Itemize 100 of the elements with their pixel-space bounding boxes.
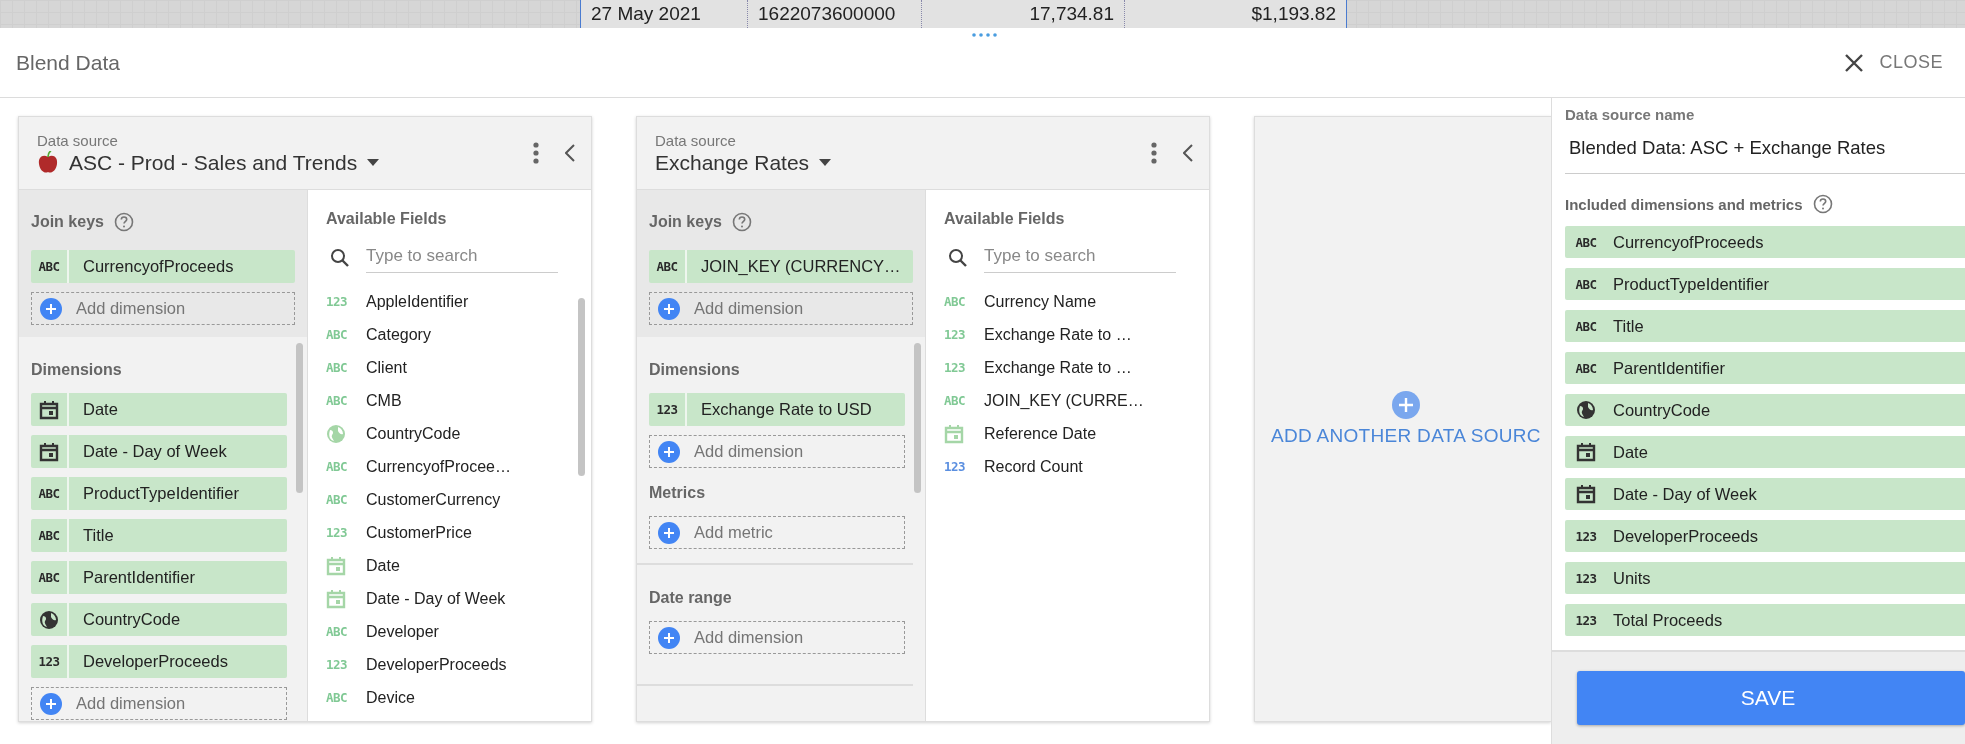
- close-icon: [1843, 51, 1866, 74]
- table-cell: 17,734.81: [921, 0, 1124, 28]
- field-chip[interactable]: 123 Units: [1565, 562, 1965, 594]
- field-label: Data source name: [1565, 106, 1696, 123]
- field-chip[interactable]: ABC ParentIdentifier: [1565, 352, 1965, 384]
- drag-handle-icon[interactable]: [972, 33, 998, 37]
- add-dimension-button[interactable]: Add dimension: [31, 292, 295, 325]
- table-cell: 27 May 2021: [580, 0, 747, 28]
- add-metric-button[interactable]: Add metric: [649, 516, 905, 549]
- field-chip[interactable]: ABC Title: [31, 519, 287, 552]
- more-options-icon[interactable]: [1151, 142, 1157, 164]
- add-dimension-button[interactable]: Add dimension: [649, 292, 913, 325]
- field-chip[interactable]: ABC ProductTypeIdentifier: [31, 477, 287, 510]
- table-cell: $1,193.82: [1124, 0, 1347, 28]
- data-source-label: Data source: [655, 131, 737, 149]
- help-icon[interactable]: [113, 212, 134, 232]
- field-list-item[interactable]: 123 CustomerPrice: [326, 516, 575, 549]
- help-icon[interactable]: [1812, 194, 1833, 214]
- field-list-item[interactable]: Date: [326, 549, 575, 582]
- field-chip[interactable]: CountryCode: [31, 603, 287, 636]
- collapse-chevron-icon[interactable]: [1183, 144, 1193, 162]
- help-icon[interactable]: [731, 212, 752, 232]
- caret-icon: [819, 158, 832, 167]
- field-list-item[interactable]: 123 AppleIdentifier: [326, 285, 575, 318]
- field-list-item[interactable]: ABC Currency Name: [944, 285, 1193, 318]
- calendar-icon: [326, 588, 346, 609]
- field-chip[interactable]: ABC CurrencyofProceeds: [31, 250, 295, 283]
- field-list-item[interactable]: Reference Date: [944, 417, 1193, 450]
- plus-icon: [1391, 391, 1420, 419]
- field-chip[interactable]: Date - Day of Week: [1565, 478, 1965, 510]
- section-title: Metrics: [649, 484, 706, 502]
- add-dimension-button[interactable]: Add dimension: [31, 687, 287, 720]
- field-chip[interactable]: CountryCode: [1565, 394, 1965, 426]
- field-chip[interactable]: ABC CurrencyofProceeds: [1565, 226, 1965, 258]
- save-button[interactable]: SAVE: [1577, 671, 1965, 725]
- data-source-dropdown[interactable]: ASC - Prod - Sales and Trends: [37, 150, 380, 175]
- section-title: Date range: [649, 589, 732, 607]
- table-cell: 1622073600000: [747, 0, 921, 28]
- scrollbar[interactable]: [296, 343, 303, 493]
- section-title: Available Fields: [944, 210, 1066, 228]
- globe-icon: [1576, 400, 1596, 420]
- section-title: Available Fields: [326, 210, 448, 228]
- search-field[interactable]: Type to search: [984, 246, 1176, 273]
- field-chip[interactable]: Date: [1565, 436, 1965, 468]
- field-list-item[interactable]: ABC JOIN_KEY (CURRE…: [944, 384, 1193, 417]
- section-title: Included dimensions and metrics: [1565, 195, 1803, 213]
- field-chip[interactable]: 123 DeveloperProceeds: [1565, 520, 1965, 552]
- field-list-item[interactable]: ABC CustomerCurrency: [326, 483, 575, 516]
- field-list-item[interactable]: ABC CMB: [326, 384, 575, 417]
- field-list-item[interactable]: 123 Exchange Rate to …: [944, 318, 1193, 351]
- field-chip[interactable]: 123 Total Proceeds: [1565, 604, 1965, 636]
- field-list-item[interactable]: CountryCode: [326, 417, 575, 450]
- calendar-icon: [1576, 484, 1596, 504]
- field-chip[interactable]: ABC JOIN_KEY (CURRENCY…: [649, 250, 913, 283]
- data-source-label: Data source: [37, 131, 119, 149]
- calendar-icon: [326, 555, 346, 576]
- plus-icon: [658, 440, 680, 463]
- scrollbar[interactable]: [914, 343, 921, 493]
- section-title: Dimensions: [31, 361, 122, 379]
- field-list-item[interactable]: ABC Developer: [326, 615, 575, 648]
- field-chip[interactable]: 123 DeveloperProceeds: [31, 645, 287, 678]
- section-title: Join keys: [649, 213, 722, 231]
- calendar-icon: [944, 423, 964, 444]
- apple-icon: [37, 150, 59, 175]
- field-list-item[interactable]: Date - Day of Week: [326, 582, 575, 615]
- calendar-icon: [1576, 442, 1596, 462]
- plus-icon: [40, 297, 62, 320]
- plus-icon: [658, 521, 680, 544]
- scrollbar[interactable]: [578, 298, 585, 476]
- field-list-item[interactable]: 123 Record Count: [944, 450, 1193, 483]
- field-chip[interactable]: Date: [31, 393, 287, 426]
- data-source-dropdown[interactable]: Exchange Rates: [655, 150, 832, 175]
- field-list-item[interactable]: ABC Device: [326, 681, 575, 714]
- field-list-item[interactable]: 123 Exchange Rate to …: [944, 351, 1193, 384]
- field-chip[interactable]: 123 Exchange Rate to USD: [649, 393, 905, 426]
- globe-icon: [39, 609, 59, 630]
- add-dimension-button[interactable]: Add dimension: [649, 621, 905, 654]
- collapse-chevron-icon[interactable]: [565, 144, 575, 162]
- add-dimension-button[interactable]: Add dimension: [649, 435, 905, 468]
- plus-icon: [658, 626, 680, 649]
- plus-icon: [40, 692, 62, 715]
- caret-icon: [367, 158, 380, 167]
- dialog-title: Blend Data: [16, 50, 120, 75]
- section-title: Join keys: [31, 213, 104, 231]
- section-title: Dimensions: [649, 361, 740, 379]
- field-list-item[interactable]: ABC Client: [326, 351, 575, 384]
- field-list-item[interactable]: ABC Category: [326, 318, 575, 351]
- close-button[interactable]: CLOSE: [1839, 47, 1947, 78]
- search-field[interactable]: Type to search: [366, 246, 558, 273]
- globe-icon: [326, 423, 346, 444]
- field-list-item[interactable]: ABC CurrencyofProcee…: [326, 450, 575, 483]
- field-chip[interactable]: ABC Title: [1565, 310, 1965, 342]
- field-chip[interactable]: ABC ParentIdentifier: [31, 561, 287, 594]
- calendar-icon: [39, 441, 59, 462]
- field-chip[interactable]: Date - Day of Week: [31, 435, 287, 468]
- field-list-item[interactable]: 123 DeveloperProceeds: [326, 648, 575, 681]
- more-options-icon[interactable]: [533, 142, 539, 164]
- calendar-icon: [39, 399, 59, 420]
- field-chip[interactable]: ABC ProductTypeIdentifier: [1565, 268, 1965, 300]
- plus-icon: [658, 297, 680, 320]
